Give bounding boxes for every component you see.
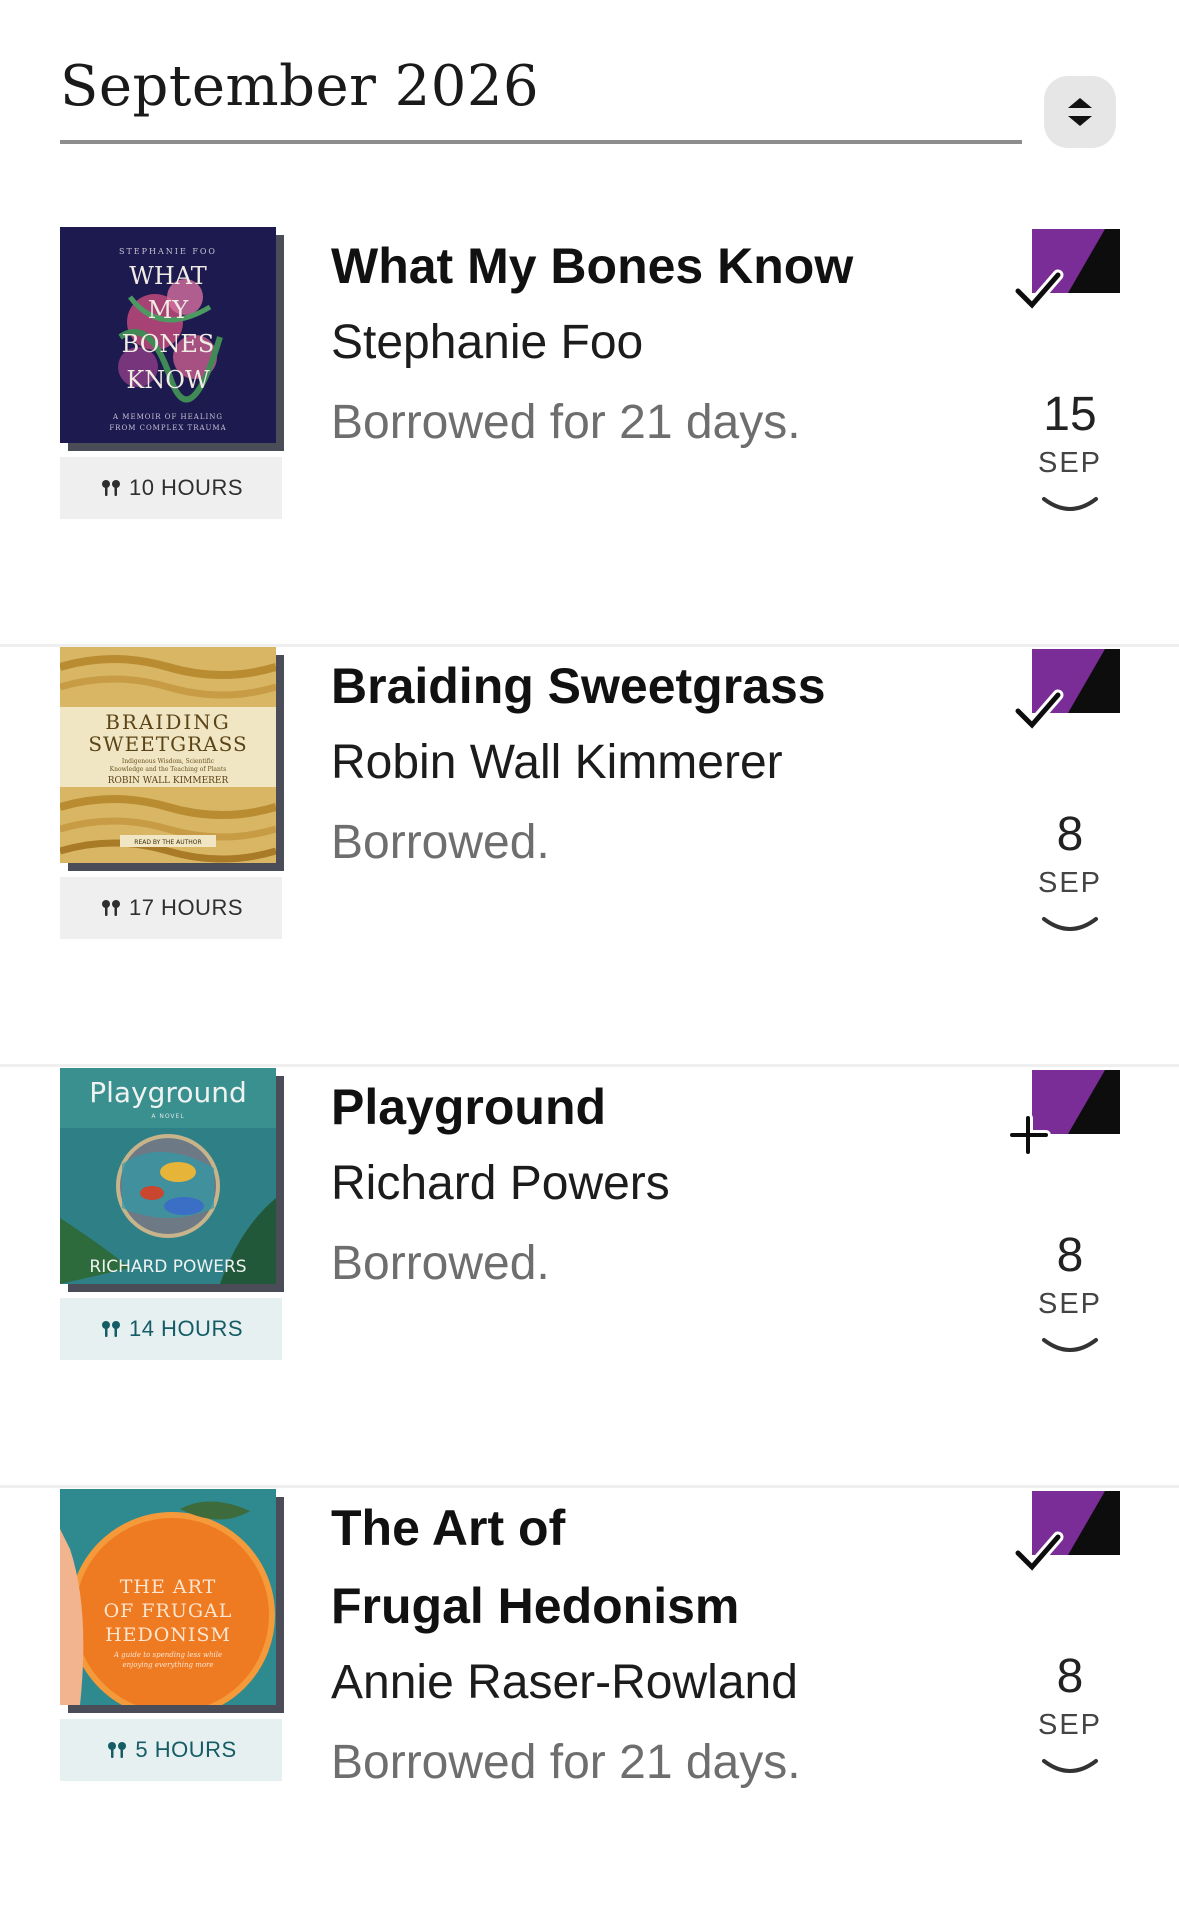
svg-text:A NOVEL: A NOVEL [151,1113,184,1120]
loan-row[interactable]: STEPHANIE FOO WHAT MY BONES KNOW A MEMOI… [0,227,1179,647]
cover-art: BRAIDING SWEETGRASS Indigenous Wisdom, S… [60,647,276,863]
loan-row[interactable]: THE ART OF FRUGAL HEDONISM A guide to sp… [0,1489,1179,1909]
duration-label: 14 HOURS [128,1316,244,1341]
svg-text:ROBIN WALL KIMMERER: ROBIN WALL KIMMERER [108,776,229,786]
duration-badge: 10 HOURS [60,457,282,519]
book-title[interactable]: Playground [331,1068,971,1146]
svg-text:READ BY THE AUTHOR: READ BY THE AUTHOR [134,839,201,846]
book-author[interactable]: Robin Wall Kimmerer [331,724,783,802]
svg-text:THE ART: THE ART [120,1576,217,1598]
borrowed-check-icon[interactable] [1010,227,1120,317]
book-title[interactable]: Braiding Sweetgrass [331,647,971,725]
due-month: SEP [1037,867,1103,899]
month-header: September 2026 [60,40,1022,144]
loan-row[interactable]: Playground A NOVEL RICHARD POWERS 14 HOU… [0,1068,1179,1488]
book-cover[interactable]: STEPHANIE FOO WHAT MY BONES KNOW A MEMOI… [60,227,284,451]
svg-text:BONES: BONES [122,330,215,358]
earbuds-icon [101,480,120,496]
add-plus-icon[interactable] [1010,1068,1120,1158]
borrowed-check-icon[interactable] [1010,647,1120,737]
borrowed-check-icon[interactable] [1010,1489,1120,1579]
svg-text:HEDONISM: HEDONISM [105,1624,231,1646]
book-title-line: Frugal Hedonism [331,1578,740,1634]
loan-status: Borrowed for 21 days. [331,396,801,449]
svg-text:A guide to spending less while: A guide to spending less while [113,1651,222,1659]
due-month: SEP [1037,1709,1103,1741]
svg-text:KNOW: KNOW [126,366,210,394]
chevron-down-icon[interactable] [1040,1336,1100,1358]
loan-status: Borrowed. [331,816,550,869]
loan-row[interactable]: BRAIDING SWEETGRASS Indigenous Wisdom, S… [0,647,1179,1067]
chevron-down-icon[interactable] [1040,1757,1100,1779]
due-day: 15 [1043,388,1097,441]
earbuds-icon [108,1742,127,1758]
book-cover[interactable]: THE ART OF FRUGAL HEDONISM A guide to sp… [60,1489,284,1713]
svg-text:FROM COMPLEX TRAUMA: FROM COMPLEX TRAUMA [109,424,226,432]
svg-text:OF FRUGAL: OF FRUGAL [104,1600,233,1622]
month-title: September 2026 [60,54,540,119]
loan-status: Borrowed. [331,1237,550,1290]
duration-label: 17 HOURS [128,895,244,920]
cover-art: THE ART OF FRUGAL HEDONISM A guide to sp… [60,1489,276,1705]
due-day: 8 [1056,808,1084,861]
due-month: SEP [1037,447,1103,479]
book-title[interactable]: The Art of Frugal Hedonism [331,1489,971,1645]
sort-arrows-icon [1068,98,1092,126]
svg-text:Knowledge and the Teaching of: Knowledge and the Teaching of Plants [110,766,227,773]
earbuds-icon [101,1321,120,1337]
svg-text:MY: MY [148,296,190,324]
month-underline [60,140,1022,144]
chevron-down-icon[interactable] [1040,495,1100,517]
book-author[interactable]: Richard Powers [331,1145,670,1223]
cover-art: Playground A NOVEL RICHARD POWERS [60,1068,276,1284]
svg-text:BRAIDING: BRAIDING [105,710,231,734]
duration-badge: 14 HOURS [60,1298,282,1360]
svg-text:A MEMOIR OF HEALING: A MEMOIR OF HEALING [112,413,223,421]
cover-author-text: STEPHANIE FOO [119,247,217,256]
cover-art: STEPHANIE FOO WHAT MY BONES KNOW A MEMOI… [60,227,276,443]
svg-text:Indigenous Wisdom, Scientific: Indigenous Wisdom, Scientific [122,758,215,765]
book-author[interactable]: Stephanie Foo [331,304,643,382]
svg-text:SWEETGRASS: SWEETGRASS [88,732,247,756]
book-cover[interactable]: Playground A NOVEL RICHARD POWERS [60,1068,284,1292]
svg-text:Playground: Playground [89,1076,246,1109]
book-author[interactable]: Annie Raser-Rowland [331,1644,798,1722]
svg-text:enjoying everything more: enjoying everything more [122,1661,213,1669]
loan-status: Borrowed for 21 days. [331,1736,801,1789]
svg-text:RICHARD POWERS: RICHARD POWERS [89,1257,246,1277]
book-cover[interactable]: BRAIDING SWEETGRASS Indigenous Wisdom, S… [60,647,284,871]
sort-toggle-button[interactable] [1044,76,1116,148]
duration-label: 5 HOURS [135,1737,237,1762]
book-title-line: The Art of [331,1500,566,1556]
duration-badge: 17 HOURS [60,877,282,939]
earbuds-icon [101,900,120,916]
book-title[interactable]: What My Bones Know [331,227,971,305]
duration-badge: 5 HOURS [60,1719,282,1781]
svg-text:WHAT: WHAT [129,262,207,290]
chevron-down-icon[interactable] [1040,915,1100,937]
due-day: 8 [1056,1229,1084,1282]
due-month: SEP [1037,1288,1103,1320]
duration-label: 10 HOURS [128,475,244,500]
due-day: 8 [1056,1650,1084,1703]
